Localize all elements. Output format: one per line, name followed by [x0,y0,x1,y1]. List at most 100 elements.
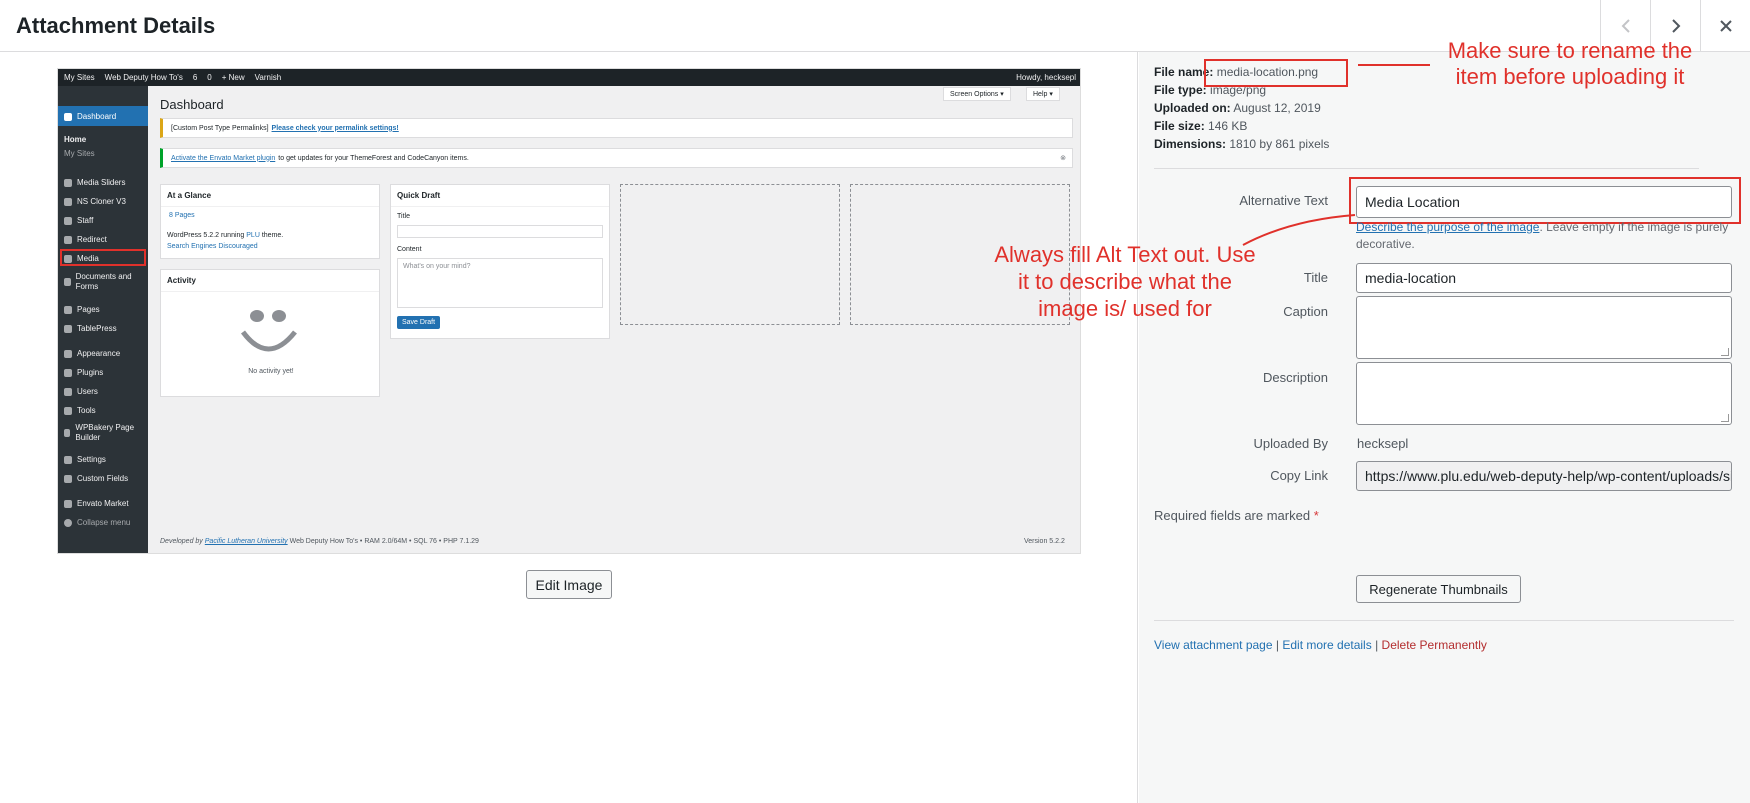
at-a-glance-widget: At a Glance 8 Pages WordPress 5.2.2 runn… [160,184,380,259]
sidebar-dashboard: Dashboard [64,112,116,121]
smiley-icon [240,310,297,352]
media-highlight-box [60,249,146,266]
uploaded-on-row: Uploaded on: August 12, 2019 [1154,99,1329,117]
alt-text-highlight-box [1349,177,1741,224]
notice-link: Activate the Envato Market plugin [171,154,276,162]
required-text: Required fields are marked [1154,508,1311,523]
notice-link: Please check your permalink settings! [271,124,399,132]
edit-image-button[interactable]: Edit Image [526,570,612,599]
rename-annotation: Make sure to rename the item before uplo… [1447,38,1693,89]
file-size-value: 146 KB [1208,119,1248,133]
view-attachment-link[interactable]: View attachment page [1154,638,1273,652]
admin-bar-item: + New [221,73,245,82]
divider [1154,620,1734,621]
notice-prefix: [Custom Post Type Permalinks] [171,124,269,132]
required-star: * [1313,508,1319,523]
annotation-line [1358,64,1430,66]
sidebar-item: WPBakery Page Builder [64,423,144,443]
sidebar-my-sites: My Sites [64,149,95,158]
sidebar-label: Envato Market [77,499,129,508]
sidebar-label: Tools [77,406,96,415]
sidebar-item: Users [64,387,98,396]
users-icon [64,387,72,396]
required-note: Required fields are marked * [1154,508,1319,523]
admin-bar-item: 0 [207,73,212,82]
glance-running-text: WordPress 5.2.2 running [167,232,245,239]
sidebar-label: Redirect [77,235,107,244]
sidebar-label: Users [77,387,98,396]
attachment-actions: View attachment page | Edit more details… [1154,638,1487,652]
envato-icon [64,499,72,508]
caption-label: Caption [1283,304,1328,319]
divider [1154,168,1699,169]
cloner-icon [64,197,72,206]
uploaded-on-value: August 12, 2019 [1233,101,1321,115]
sidebar-item: Documents and Forms [64,272,142,292]
wp-footer-version: Version 5.2.2 [1024,538,1065,545]
sidebar-item: NS Cloner V3 [64,197,126,206]
edit-details-link[interactable]: Edit more details [1282,638,1371,652]
title-label: Title [1303,270,1328,285]
collapse-icon [64,518,72,527]
sidebar-item: Staff [64,216,93,225]
wp-page-title: Dashboard [160,97,224,112]
activity-empty: No activity yet! [248,368,294,375]
admin-bar-item: Web Deputy How To's [104,73,183,82]
draft-content-label: Content [397,246,422,253]
dimensions-label: Dimensions: [1154,137,1227,151]
sidebar-item: Media Sliders [64,178,125,187]
regenerate-thumbnails-button[interactable]: Regenerate Thumbnails [1356,575,1521,603]
uploaded-by-label: Uploaded By [1253,436,1328,451]
sidebar-label: WPBakery Page Builder [75,423,135,442]
chevron-right-icon [1671,19,1680,33]
action-separator: | [1275,638,1279,652]
uploaded-on-label: Uploaded on: [1154,101,1231,115]
wp-admin-bar: My Sites Web Deputy How To's 6 0 + New V… [58,69,1080,86]
sidebar-item: Redirect [64,235,107,244]
description-textarea[interactable] [1356,362,1732,425]
attachment-image: My Sites Web Deputy How To's 6 0 + New V… [57,68,1081,554]
redirect-icon [64,235,72,244]
sidebar-label: Plugins [77,368,104,377]
dismiss-icon: ⊗ [1060,155,1066,162]
table-icon [64,324,72,333]
quick-draft-widget: Quick Draft Title Content What's on your… [390,184,610,339]
screen-options: Screen Options ▾ [943,87,1011,101]
staff-icon [64,216,72,225]
sidebar-label: Media Sliders [77,178,126,187]
chevron-left-icon [1621,19,1630,33]
help-tab: Help ▾ [1026,87,1060,101]
glance-theme-suffix: theme. [261,232,284,239]
sidebar-label: Collapse menu [77,518,131,527]
caption-textarea[interactable] [1356,296,1732,359]
widget-title: At a Glance [161,185,379,207]
sidebar-label: NS Cloner V3 [77,197,126,206]
copy-link-input[interactable]: https://www.plu.edu/web-deputy-help/wp-c… [1356,461,1732,491]
permalink-notice: [Custom Post Type Permalinks] Please che… [160,118,1073,138]
delete-permanently-link[interactable]: Delete Permanently [1382,638,1487,652]
file-type-label: File type: [1154,83,1207,97]
draft-title-input [397,225,603,238]
draft-placeholder: What's on your mind? [403,263,471,270]
glance-pages: 8 Pages [169,212,195,219]
admin-bar-item: My Sites [64,73,95,82]
footer-link: Pacific Lutheran University [204,538,288,545]
file-size-label: File size: [1154,119,1205,133]
wp-footer-left: Developed by Pacific Lutheran University… [160,538,479,545]
documents-icon [64,278,71,286]
title-input[interactable]: media-location [1356,263,1732,293]
sidebar-item: Envato Market [64,499,129,508]
file-name-highlight-box [1204,59,1348,87]
sidebar-item: Pages [64,305,100,314]
footer-rest: Web Deputy How To's • RAM 2.0/64M • SQL … [289,538,479,545]
plugins-icon [64,368,72,377]
envato-notice: Activate the Envato Market plugin to get… [160,148,1073,168]
sidebar-item: Settings [64,455,106,464]
modal-title: Attachment Details [16,13,216,38]
sidebar-label: TablePress [77,324,117,333]
alt-help-link[interactable]: Describe the purpose of the image [1356,220,1539,234]
wp-sidebar: Dashboard Home My Sites Media Sliders NS… [58,86,148,553]
custom-fields-icon [64,474,72,483]
draft-content-input: What's on your mind? [397,258,603,308]
settings-icon [64,455,72,464]
